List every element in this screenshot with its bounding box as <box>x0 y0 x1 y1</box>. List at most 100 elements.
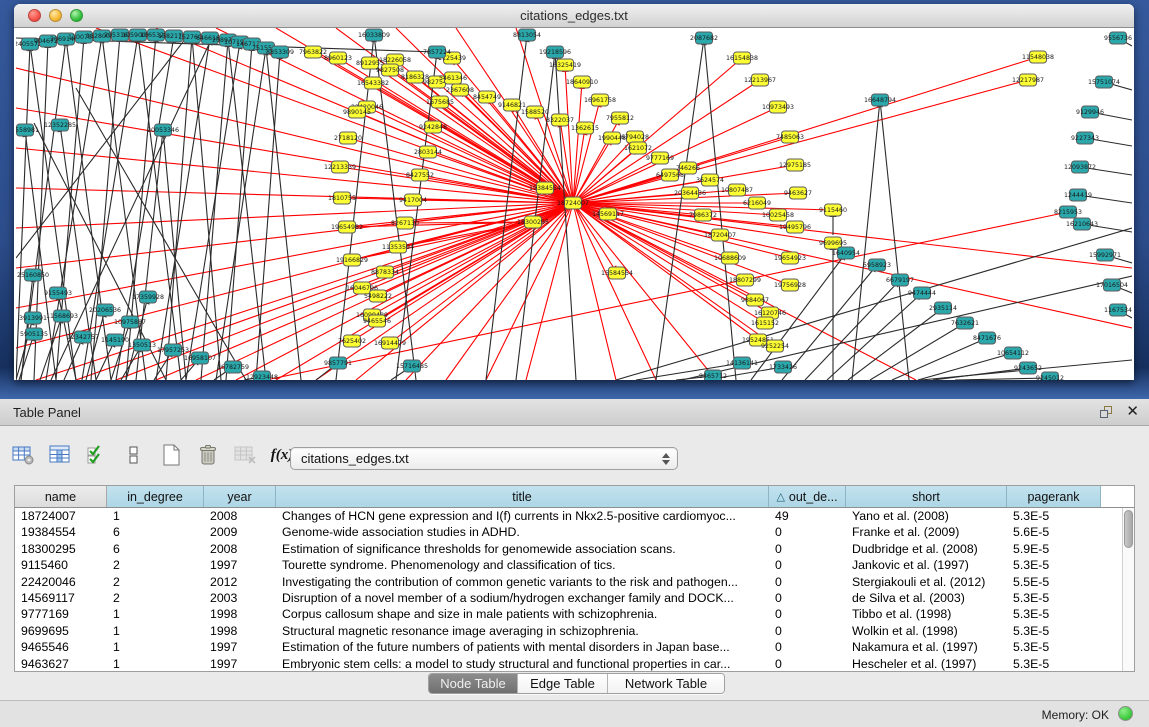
graph-node[interactable]: 16033809 <box>358 29 390 41</box>
graph-node[interactable]: 3913991 <box>19 312 47 324</box>
graph-node[interactable]: 16782759 <box>217 361 249 373</box>
column-header-in_degree[interactable]: in_degree <box>107 486 204 507</box>
tab-node-table[interactable]: Node Table <box>429 674 518 693</box>
graph-node[interactable]: 1244419 <box>1064 189 1092 201</box>
graph-node[interactable]: 12093872 <box>1064 161 1096 173</box>
column-header-pagerank[interactable]: pagerank <box>1007 486 1101 507</box>
graph-node[interactable]: 10973493 <box>762 101 794 113</box>
row-height-icon[interactable] <box>121 442 147 468</box>
tab-network-table[interactable]: Network Table <box>608 674 724 693</box>
graph-node[interactable]: 9243652 <box>1014 362 1042 374</box>
graph-node[interactable]: 7625402 <box>338 335 366 347</box>
table-row[interactable]: 969969511998Structural magnetic resonanc… <box>15 623 1122 639</box>
graph-node[interactable]: 16961758 <box>584 94 616 106</box>
graph-node[interactable]: 1733426 <box>769 361 797 373</box>
window-titlebar[interactable]: citations_edges.txt <box>14 4 1134 28</box>
minimize-window-icon[interactable] <box>49 9 62 22</box>
new-column-icon[interactable] <box>158 442 184 468</box>
graph-node[interactable]: 9463627 <box>784 187 812 199</box>
graph-node[interactable]: 2718120 <box>334 132 362 144</box>
memory-ok-icon[interactable] <box>1118 706 1133 721</box>
table-row[interactable]: 946554611997Estimation of the future num… <box>15 639 1122 655</box>
table-selector-dropdown[interactable]: citations_edges.txt <box>290 447 678 470</box>
graph-node[interactable]: 746266 <box>676 162 700 174</box>
graph-node[interactable]: 9777169 <box>646 152 674 164</box>
graph-node[interactable]: 12213339 <box>324 161 356 173</box>
graph-node[interactable]: 10807487 <box>721 184 753 196</box>
network-canvas[interactable]: 1872400718300295193845541456911789601238… <box>16 28 1132 380</box>
table-row[interactable]: 2242004622012Investigating the contribut… <box>15 574 1122 590</box>
column-header-year[interactable]: year <box>204 486 276 507</box>
column-header-out_de[interactable]: △out_de... <box>769 486 846 507</box>
graph-node[interactable]: 12217987 <box>1012 74 1044 86</box>
graph-node[interactable]: 8427552 <box>406 169 434 181</box>
graph-node[interactable]: 10025458 <box>762 209 794 221</box>
graph-node[interactable]: 9417004 <box>399 194 427 206</box>
table-vertical-scrollbar[interactable] <box>1122 508 1134 671</box>
column-header-short[interactable]: short <box>846 486 1007 507</box>
graph-node[interactable]: 9227343 <box>1071 132 1099 144</box>
table-options-icon[interactable] <box>10 442 36 468</box>
graph-node[interactable]: 11548038 <box>1022 51 1054 63</box>
graph-node[interactable]: 12213967 <box>744 74 776 86</box>
graph-node[interactable]: 15992971 <box>1089 249 1121 261</box>
graph-node[interactable]: 9245012 <box>1036 372 1064 380</box>
graph-node[interactable]: 2935114 <box>929 302 957 314</box>
graph-node[interactable]: 10654112 <box>997 347 1029 359</box>
show-columns-icon[interactable] <box>47 442 73 468</box>
graph-node[interactable]: 14136141 <box>726 357 758 369</box>
graph-node[interactable]: 1810755 <box>328 192 356 204</box>
graph-node[interactable]: 15751074 <box>1088 76 1120 88</box>
graph-node[interactable]: 9884067 <box>741 294 769 306</box>
select-all-columns-icon[interactable] <box>84 442 110 468</box>
graph-node[interactable]: 9556736 <box>1104 32 1132 44</box>
graph-node[interactable]: 19166829 <box>336 254 368 266</box>
column-header-name[interactable]: name <box>15 486 107 507</box>
table-row[interactable]: 1938455462009Genome-wide association stu… <box>15 524 1122 540</box>
graph-node[interactable]: 7632621 <box>951 317 979 329</box>
graph-node[interactable]: 8322037 <box>546 114 574 126</box>
float-panel-icon[interactable] <box>1099 405 1115 421</box>
table-row[interactable]: 1456911722003Disruption of a novel membe… <box>15 590 1122 606</box>
tab-edge-table[interactable]: Edge Table <box>518 674 608 693</box>
graph-node[interactable]: 11568693 <box>46 310 78 322</box>
graph-node[interactable]: 1350513 <box>128 339 156 351</box>
delete-column-icon[interactable] <box>195 442 221 468</box>
column-header-title[interactable]: title <box>276 486 769 507</box>
graph-node[interactable]: 5905135 <box>20 328 48 340</box>
graph-node[interactable]: 9129946 <box>1076 106 1104 118</box>
graph-node[interactable]: 20053346 <box>147 124 179 136</box>
graph-node[interactable]: 1362615 <box>571 122 599 134</box>
graph-node[interactable]: 3624574 <box>696 174 724 186</box>
graph-node[interactable]: 18640910 <box>566 76 598 88</box>
scrollbar-thumb[interactable] <box>1124 510 1133 548</box>
graph-node[interactable]: 19218596 <box>539 46 571 58</box>
graph-node[interactable]: 9155493 <box>44 287 72 299</box>
table-row[interactable]: 1872400712008Changes of HCN gene express… <box>15 508 1122 524</box>
graph-node[interactable]: 8454749 <box>473 91 501 103</box>
graph-node[interactable]: 8960123 <box>324 52 352 64</box>
graph-node[interactable]: 9465712 <box>699 370 727 380</box>
table-row[interactable]: 946362711997Embryonic stem cells: a mode… <box>15 656 1122 671</box>
graph-node[interactable]: 7955812 <box>606 112 634 124</box>
graph-node[interactable]: 16648794 <box>864 94 896 106</box>
graph-node[interactable]: 8215953 <box>1054 206 1082 218</box>
table-row[interactable]: 977716911998Corpus callosum shape and si… <box>15 606 1122 622</box>
table-row[interactable]: 911546021997Tourette syndrome. Phenomeno… <box>15 557 1122 573</box>
close-panel-icon[interactable]: ✕ <box>1126 403 1139 421</box>
zoom-window-icon[interactable] <box>70 9 83 22</box>
graph-node[interactable]: 25160850 <box>17 269 49 281</box>
graph-node[interactable]: 17359928 <box>132 291 164 303</box>
graph-node[interactable]: 9115460 <box>819 204 847 216</box>
graph-node[interactable]: 15584554 <box>601 267 633 279</box>
graph-node[interactable]: 10975887 <box>114 316 146 328</box>
graph-node[interactable]: 16210643 <box>1066 218 1098 230</box>
graph-node[interactable]: 1167534 <box>1104 304 1132 316</box>
graph-node[interactable]: 2087682 <box>690 32 718 44</box>
graph-node[interactable]: 6679197 <box>886 274 914 286</box>
table-row[interactable]: 1830029562008Estimation of significance … <box>15 541 1122 557</box>
graph-node[interactable]: 18807299 <box>729 274 761 286</box>
graph-node[interactable]: 16154838 <box>726 52 758 64</box>
graph-node[interactable]: 18720407 <box>704 229 736 241</box>
graph-node[interactable]: 9474444 <box>908 287 936 299</box>
